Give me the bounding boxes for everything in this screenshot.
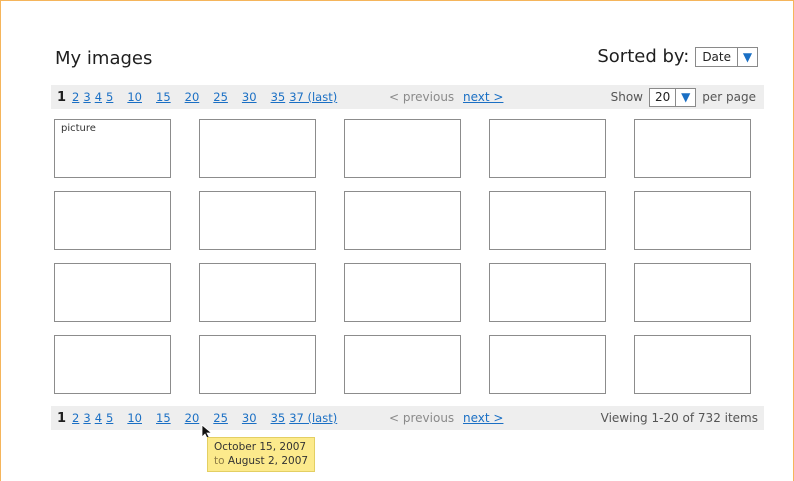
image-thumbnail[interactable] xyxy=(199,335,316,394)
per-page-control: Show 20 ▼ per page xyxy=(610,87,756,107)
image-thumbnail[interactable] xyxy=(54,263,171,322)
page-link-10[interactable]: 10 xyxy=(127,90,142,104)
sort-label: Sorted by: xyxy=(597,46,690,67)
page-link-3[interactable]: 3 xyxy=(83,411,90,425)
image-thumbnail[interactable]: picture xyxy=(54,119,171,178)
image-thumbnail[interactable] xyxy=(199,119,316,178)
image-thumbnail[interactable] xyxy=(489,119,606,178)
image-grid: picture xyxy=(54,119,751,394)
previous-link: < previous xyxy=(389,411,455,425)
page-title: My images xyxy=(55,48,153,69)
previous-link: < previous xyxy=(389,90,455,104)
page-link-5[interactable]: 5 xyxy=(106,411,113,425)
next-link[interactable]: next > xyxy=(463,90,503,104)
image-thumbnail[interactable] xyxy=(489,263,606,322)
page-link-last[interactable]: 37 (last) xyxy=(289,90,337,104)
image-thumbnail[interactable] xyxy=(489,191,606,250)
page-links-bottom: 1 2 3 4 5 10 15 20 25 30 35 37 (last) xyxy=(57,411,341,426)
page-link-5[interactable]: 5 xyxy=(106,90,113,104)
chevron-down-icon[interactable]: ▼ xyxy=(737,47,757,66)
page-link-30[interactable]: 30 xyxy=(242,90,257,104)
page-link-15[interactable]: 15 xyxy=(156,90,171,104)
per-page-select[interactable]: 20 ▼ xyxy=(649,87,697,107)
image-thumbnail[interactable] xyxy=(199,191,316,250)
current-page: 1 xyxy=(57,410,67,426)
page-link-3[interactable]: 3 xyxy=(83,90,90,104)
current-page: 1 xyxy=(57,89,67,105)
tooltip-line-1: October 15, 2007 xyxy=(214,441,307,453)
image-thumbnail[interactable] xyxy=(54,335,171,394)
tooltip-end-date: August 2, 2007 xyxy=(227,455,309,467)
image-thumbnail[interactable] xyxy=(344,191,461,250)
image-thumbnail[interactable] xyxy=(634,191,751,250)
page-link-15[interactable]: 15 xyxy=(156,411,171,425)
tooltip-to-label: to xyxy=(214,455,225,467)
pagination-bar-bottom: 1 2 3 4 5 10 15 20 25 30 35 37 (last) < … xyxy=(51,406,764,430)
date-range-tooltip: October 15, 2007 to August 2, 2007 xyxy=(207,437,316,472)
page-link-10[interactable]: 10 xyxy=(127,411,142,425)
show-label: Show xyxy=(610,90,643,104)
page-link-25[interactable]: 25 xyxy=(213,90,228,104)
page-link-35[interactable]: 35 xyxy=(271,411,286,425)
tooltip-line-2: to August 2, 2007 xyxy=(214,454,308,468)
page-link-25[interactable]: 25 xyxy=(213,411,228,425)
next-link[interactable]: next > xyxy=(463,411,503,425)
sort-control: Sorted by: Date ▼ xyxy=(597,46,758,67)
image-thumbnail[interactable] xyxy=(199,263,316,322)
page-link-20[interactable]: 20 xyxy=(185,90,200,104)
page-link-35[interactable]: 35 xyxy=(271,90,286,104)
page-link-2[interactable]: 2 xyxy=(72,411,79,425)
thumbnail-label: picture xyxy=(61,123,96,134)
pagination-bar-top: 1 2 3 4 5 10 15 20 25 30 35 37 (last) < … xyxy=(51,85,764,109)
per-page-label: per page xyxy=(702,90,756,104)
chevron-down-icon[interactable]: ▼ xyxy=(675,88,695,106)
image-thumbnail[interactable] xyxy=(489,335,606,394)
image-thumbnail[interactable] xyxy=(344,263,461,322)
page-link-last[interactable]: 37 (last) xyxy=(289,411,337,425)
image-thumbnail[interactable] xyxy=(634,119,751,178)
page-link-20[interactable]: 20 xyxy=(185,411,200,425)
image-thumbnail[interactable] xyxy=(344,119,461,178)
viewing-count: Viewing 1-20 of 732 items xyxy=(600,411,758,425)
per-page-value: 20 xyxy=(655,90,671,104)
page-link-30[interactable]: 30 xyxy=(242,411,257,425)
image-thumbnail[interactable] xyxy=(634,263,751,322)
image-thumbnail[interactable] xyxy=(54,191,171,250)
sort-select-value: Date xyxy=(702,49,731,64)
page-links-top: 1 2 3 4 5 10 15 20 25 30 35 37 (last) xyxy=(57,90,341,105)
page-link-4[interactable]: 4 xyxy=(95,411,102,425)
page-link-2[interactable]: 2 xyxy=(72,90,79,104)
image-thumbnail[interactable] xyxy=(634,335,751,394)
image-thumbnail[interactable] xyxy=(344,335,461,394)
page-link-4[interactable]: 4 xyxy=(95,90,102,104)
sort-select[interactable]: Date ▼ xyxy=(695,46,758,67)
